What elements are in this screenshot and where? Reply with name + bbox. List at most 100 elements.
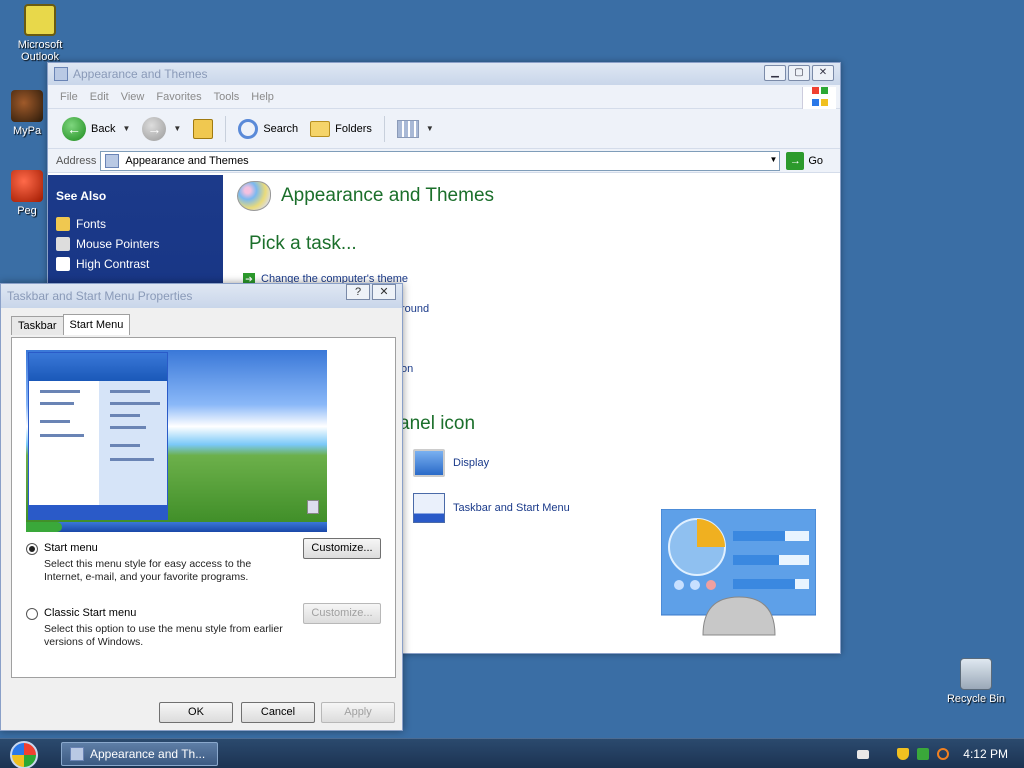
- cancel-button[interactable]: Cancel: [241, 702, 315, 723]
- up-folder-icon: [193, 118, 214, 139]
- see-also-high-contrast[interactable]: High Contrast: [56, 257, 215, 271]
- menu-bar: File Edit View Favorites Tools Help: [48, 85, 840, 109]
- control-panel-icon: [54, 67, 68, 81]
- search-icon: [238, 118, 259, 139]
- recycle-bin-icon: [960, 658, 992, 690]
- tab-start-menu[interactable]: Start Menu: [62, 314, 131, 335]
- tab-strip: Taskbar Start Menu: [11, 314, 131, 335]
- explorer-titlebar[interactable]: Appearance and Themes ▁ ▢ ✕: [48, 63, 840, 85]
- recycle-bin-label: Recycle Bin: [946, 693, 1006, 705]
- classic-start-menu-radio[interactable]: [26, 608, 38, 620]
- cp-display[interactable]: Display: [413, 449, 489, 477]
- customize-classic-button[interactable]: Customize...: [303, 603, 381, 624]
- menu-help[interactable]: Help: [251, 91, 274, 103]
- outlook-icon: [24, 4, 56, 36]
- pick-task-heading: Pick a task...: [249, 233, 357, 254]
- toolbar-separator: [383, 115, 385, 142]
- forward-button[interactable]: → ▼: [138, 115, 185, 143]
- folders-label: Folders: [335, 122, 372, 135]
- address-dropdown-icon[interactable]: ▼: [769, 155, 777, 164]
- taskbar-properties-dialog: Taskbar and Start Menu Properties ? ✕ Ta…: [0, 283, 403, 731]
- address-input[interactable]: Appearance and Themes ▼: [100, 150, 781, 171]
- start-button[interactable]: [10, 741, 38, 768]
- appearance-illustration-icon: [661, 509, 816, 636]
- magnifier-icon[interactable]: [937, 748, 950, 760]
- menu-edit[interactable]: Edit: [90, 91, 109, 103]
- desktop-icon-recycle-bin[interactable]: Recycle Bin: [936, 658, 1016, 705]
- start-menu-radio-label: Start menu: [44, 542, 98, 554]
- go-arrow-icon: →: [786, 151, 805, 170]
- see-also-fonts[interactable]: Fonts: [56, 217, 215, 231]
- mouse-pointers-label: Mouse Pointers: [76, 237, 160, 251]
- back-arrow-icon: ←: [62, 116, 86, 141]
- address-value: Appearance and Themes: [125, 154, 249, 167]
- system-tray: 4:12 PM: [857, 739, 1024, 768]
- clock[interactable]: 4:12 PM: [963, 747, 1008, 761]
- toolbar-separator: [225, 115, 227, 142]
- see-also-mouse-pointers[interactable]: Mouse Pointers: [56, 237, 215, 251]
- classic-start-menu-radio-label: Classic Start menu: [44, 607, 137, 619]
- taskbar-item-appearance-themes[interactable]: Appearance and Th...: [61, 742, 218, 766]
- desktop-icon-outlook[interactable]: Microsoft Outlook: [0, 4, 80, 63]
- customize-start-menu-button[interactable]: Customize...: [303, 538, 381, 559]
- close-button[interactable]: ✕: [812, 65, 834, 81]
- maximize-button[interactable]: ▢: [788, 65, 810, 81]
- control-panel-small-icon: [70, 747, 84, 761]
- back-dropdown-icon[interactable]: ▼: [122, 124, 130, 133]
- dialog-titlebar[interactable]: Taskbar and Start Menu Properties ? ✕: [1, 284, 402, 308]
- mypa-icon: [11, 90, 43, 122]
- task-background[interactable]: round: [401, 303, 429, 315]
- page-title: Appearance and Themes: [237, 181, 840, 211]
- high-contrast-icon: [56, 257, 70, 271]
- search-button[interactable]: Search: [234, 117, 302, 141]
- classic-start-menu-description: Select this option to use the menu style…: [44, 623, 283, 648]
- start-menu-preview-image: [26, 350, 327, 532]
- menu-file[interactable]: File: [60, 91, 78, 103]
- option-classic-start-menu[interactable]: Classic Start menu Select this option to…: [26, 607, 284, 649]
- high-contrast-label: High Contrast: [76, 257, 150, 271]
- pick-control-panel-heading: anel icon: [399, 413, 476, 434]
- page-title-text: Appearance and Themes: [281, 185, 495, 206]
- start-menu-tab-panel: Start menu Select this menu style for ea…: [11, 337, 396, 678]
- cp-taskbar-start-menu[interactable]: Taskbar and Start Menu: [413, 493, 570, 523]
- go-button[interactable]: → Go: [786, 151, 823, 170]
- folders-button[interactable]: Folders: [306, 119, 376, 139]
- apply-button[interactable]: Apply: [321, 702, 395, 723]
- peg-icon: [11, 170, 43, 202]
- forward-arrow-icon: →: [142, 116, 167, 141]
- views-button[interactable]: ▼: [393, 118, 438, 140]
- display-label: Display: [453, 457, 490, 469]
- fonts-label: Fonts: [76, 217, 107, 231]
- start-menu-radio[interactable]: [26, 543, 38, 555]
- start-menu-description: Select this menu style for easy access t…: [44, 558, 252, 583]
- display-icon: [413, 449, 445, 477]
- search-label: Search: [263, 122, 299, 135]
- help-button[interactable]: ?: [346, 284, 370, 300]
- folders-icon: [310, 120, 331, 137]
- dialog-title: Taskbar and Start Menu Properties: [7, 289, 193, 303]
- network-icon[interactable]: [917, 748, 930, 760]
- menu-view[interactable]: View: [121, 91, 145, 103]
- forward-dropdown-icon[interactable]: ▼: [173, 124, 181, 133]
- option-start-menu[interactable]: Start menu Select this menu style for ea…: [26, 542, 284, 584]
- taskbar-start-menu-label: Taskbar and Start Menu: [453, 502, 570, 514]
- control-panel-small-icon: [105, 153, 120, 168]
- mouse-icon: [56, 237, 70, 251]
- back-label: Back: [91, 122, 116, 135]
- back-button[interactable]: ← Back ▼: [58, 115, 134, 143]
- taskbar-item-label: Appearance and Th...: [90, 747, 206, 761]
- palette-icon: [237, 181, 271, 211]
- address-bar: Address Appearance and Themes ▼ → Go: [48, 149, 840, 173]
- preview-taskbar: [26, 522, 327, 532]
- minimize-button[interactable]: ▁: [764, 65, 786, 81]
- taskbar-start-menu-icon: [413, 493, 445, 523]
- menu-tools[interactable]: Tools: [214, 91, 240, 103]
- menu-favorites[interactable]: Favorites: [156, 91, 201, 103]
- ok-button[interactable]: OK: [159, 702, 233, 723]
- security-shield-icon[interactable]: [897, 748, 910, 760]
- up-button[interactable]: [189, 117, 217, 141]
- keyboard-icon[interactable]: [857, 749, 870, 759]
- outlook-label: Microsoft Outlook: [17, 39, 63, 63]
- tab-taskbar[interactable]: Taskbar: [11, 316, 64, 335]
- dialog-close-button[interactable]: ✕: [372, 284, 396, 300]
